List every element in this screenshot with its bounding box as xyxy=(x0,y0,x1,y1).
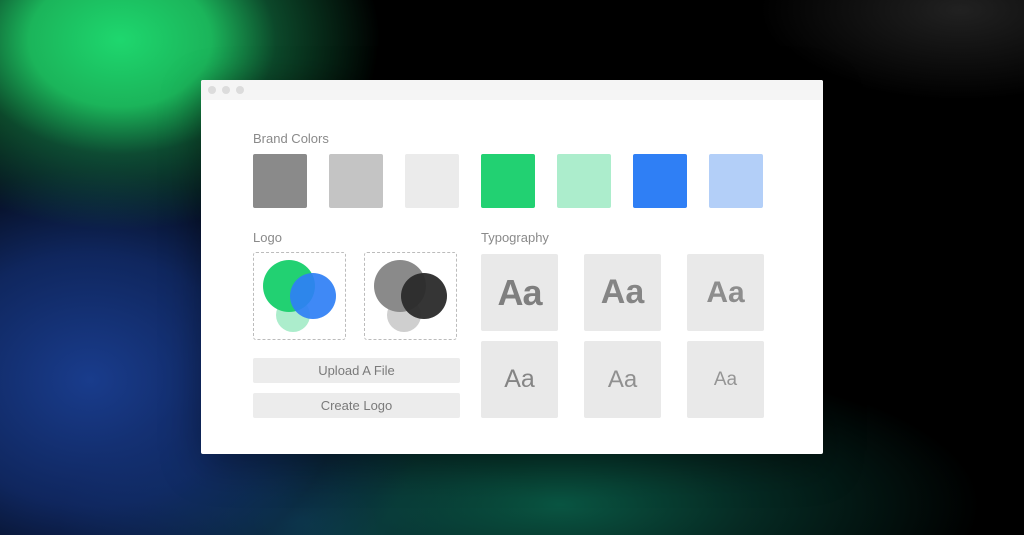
window-maximize-dot[interactable] xyxy=(236,86,244,94)
brand-color-swatches xyxy=(253,154,763,208)
upload-file-button[interactable]: Upload A File xyxy=(253,358,460,383)
color-logo-icon xyxy=(263,260,336,332)
type-sample-tile[interactable]: Aa xyxy=(481,341,558,418)
window-titlebar xyxy=(201,80,823,100)
type-sample-tile[interactable]: Aa xyxy=(584,341,661,418)
type-sample-text: Aa xyxy=(504,365,535,393)
color-swatch-3[interactable] xyxy=(405,154,459,208)
create-logo-button[interactable]: Create Logo xyxy=(253,393,460,418)
window-close-dot[interactable] xyxy=(208,86,216,94)
color-swatch-5[interactable] xyxy=(557,154,611,208)
type-sample-tile[interactable]: Aa xyxy=(687,341,764,418)
type-sample-tile[interactable]: Aa xyxy=(687,254,764,331)
color-swatch-4[interactable] xyxy=(481,154,535,208)
color-swatch-7[interactable] xyxy=(709,154,763,208)
typography-label: Typography xyxy=(481,230,549,245)
type-sample-text: Aa xyxy=(607,365,638,393)
type-sample-tile[interactable]: Aa xyxy=(481,254,558,331)
type-sample-text: Aa xyxy=(706,275,745,309)
logo-color-variant[interactable] xyxy=(253,252,346,340)
color-swatch-1[interactable] xyxy=(253,154,307,208)
color-swatch-6[interactable] xyxy=(633,154,687,208)
window-minimize-dot[interactable] xyxy=(222,86,230,94)
type-sample-tile[interactable]: Aa xyxy=(584,254,661,331)
color-swatch-2[interactable] xyxy=(329,154,383,208)
brand-colors-label: Brand Colors xyxy=(253,131,329,146)
app-window: Brand Colors Logo Upload A File Create L… xyxy=(201,80,823,454)
logo-label: Logo xyxy=(253,230,282,245)
type-sample-text: Aa xyxy=(497,271,542,313)
type-sample-text: Aa xyxy=(713,368,738,390)
type-sample-text: Aa xyxy=(600,273,645,311)
logo-mono-variant[interactable] xyxy=(364,252,457,340)
mono-logo-icon xyxy=(374,260,447,332)
